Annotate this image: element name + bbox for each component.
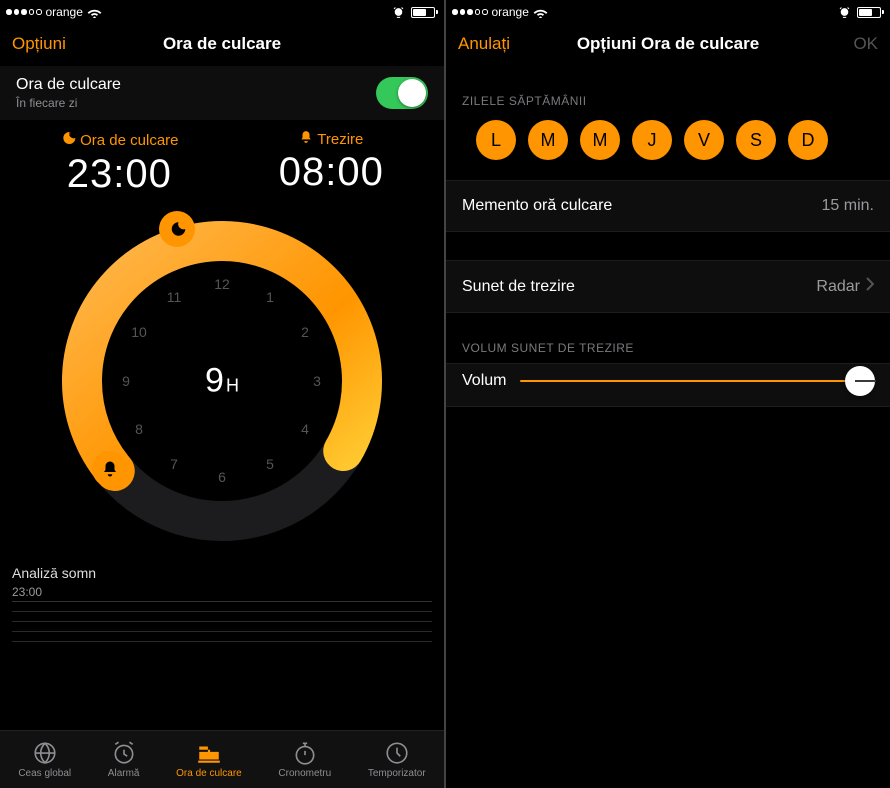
bedtime-handle[interactable] — [159, 211, 195, 247]
bedtime-value: 23:00 — [60, 152, 178, 197]
nav-bar: Opțiuni Ora de culcare — [0, 22, 444, 66]
day-button[interactable]: J — [632, 120, 672, 160]
moon-icon: z — [60, 130, 76, 150]
sound-value: Radar — [816, 278, 860, 296]
sound-label: Sunet de trezire — [462, 278, 575, 296]
bell-icon — [299, 130, 313, 148]
svg-text:9: 9 — [122, 373, 130, 389]
volume-row: Volum — [446, 363, 890, 407]
screen-bedtime: orange Opțiuni Ora de culcare Ora de — [0, 0, 444, 788]
wifi-icon — [533, 7, 548, 18]
bedtime-dial[interactable]: 12 1 2 3 4 5 6 7 8 9 10 11 9H — [52, 211, 392, 551]
screen-bedtime-options: orange Anulați Opțiuni Ora de culcare OK… — [446, 0, 890, 788]
bedtime-label: Ora de culcare — [80, 132, 178, 149]
bedtime-toggle-row: Ora de culcare În fiecare zi — [0, 66, 444, 120]
nav-bar: Anulați Opțiuni Ora de culcare OK — [446, 22, 890, 66]
days-header: ZILELE SĂPTĂMÂNII — [446, 66, 890, 116]
ok-button[interactable]: OK — [853, 34, 878, 54]
svg-text:11: 11 — [167, 289, 182, 305]
volume-slider-thumb[interactable] — [845, 366, 875, 396]
bedtime-toggle[interactable] — [376, 77, 428, 109]
day-button[interactable]: L — [476, 120, 516, 160]
tab-alarm[interactable]: Alarmă — [108, 740, 140, 779]
day-button[interactable]: V — [684, 120, 724, 160]
svg-text:7: 7 — [170, 456, 178, 472]
tab-bedtime[interactable]: Ora de culcare — [176, 740, 242, 779]
wifi-icon — [87, 7, 102, 18]
status-bar: orange — [0, 0, 444, 22]
alarm-status-icon — [838, 6, 851, 19]
sound-row[interactable]: Sunet de trezire Radar — [446, 260, 890, 313]
days-row: L M M J V S D — [446, 116, 890, 180]
analysis-chart — [12, 601, 432, 651]
battery-icon — [857, 7, 884, 18]
carrier-label: orange — [492, 5, 529, 19]
svg-text:3: 3 — [313, 373, 321, 389]
wake-label: Trezire — [317, 131, 363, 148]
day-button[interactable]: M — [580, 120, 620, 160]
svg-text:5: 5 — [266, 456, 274, 472]
svg-text:2: 2 — [301, 324, 309, 340]
tab-world-clock[interactable]: Ceas global — [18, 740, 71, 779]
bedtime-toggle-subtitle: În fiecare zi — [16, 96, 121, 110]
tab-timer[interactable]: Temporizator — [368, 740, 426, 779]
svg-text:10: 10 — [131, 324, 147, 340]
reminder-label: Memento oră culcare — [462, 197, 612, 215]
analysis-time: 23:00 — [12, 585, 432, 599]
svg-text:8: 8 — [135, 421, 143, 437]
wake-value: 08:00 — [279, 150, 384, 195]
options-button[interactable]: Opțiuni — [12, 34, 66, 54]
day-button[interactable]: D — [788, 120, 828, 160]
page-title: Ora de culcare — [0, 34, 444, 54]
volume-label: Volum — [462, 372, 506, 390]
times-row: z Ora de culcare 23:00 Trezire 08:00 — [0, 120, 444, 197]
svg-text:12: 12 — [214, 276, 230, 292]
bedtime-toggle-title: Ora de culcare — [16, 76, 121, 94]
svg-text:1: 1 — [266, 289, 274, 305]
analysis-title: Analiză somn — [12, 565, 432, 581]
tab-stopwatch[interactable]: Cronometru — [278, 740, 331, 779]
signal-dots-icon — [452, 9, 488, 15]
reminder-value: 15 min. — [822, 197, 874, 215]
signal-dots-icon — [6, 9, 42, 15]
status-bar: orange — [446, 0, 890, 22]
volume-header: VOLUM SUNET DE TREZIRE — [446, 313, 890, 363]
cancel-button[interactable]: Anulați — [458, 34, 510, 54]
svg-text:4: 4 — [301, 421, 309, 437]
svg-text:6: 6 — [218, 469, 226, 485]
day-button[interactable]: M — [528, 120, 568, 160]
day-button[interactable]: S — [736, 120, 776, 160]
page-title: Opțiuni Ora de culcare — [446, 34, 890, 54]
volume-slider[interactable] — [520, 380, 874, 382]
sleep-analysis-section: Analiză somn 23:00 — [0, 551, 444, 651]
svg-text:z: z — [69, 131, 71, 136]
battery-icon — [411, 7, 438, 18]
carrier-label: orange — [46, 5, 83, 19]
sleep-duration: 9H — [205, 362, 239, 401]
reminder-row[interactable]: Memento oră culcare 15 min. — [446, 180, 890, 232]
chevron-right-icon — [866, 277, 874, 296]
alarm-status-icon — [392, 6, 405, 19]
wake-handle[interactable] — [92, 451, 128, 487]
tab-bar: Ceas global Alarmă Ora de culcare Cronom… — [0, 730, 444, 788]
